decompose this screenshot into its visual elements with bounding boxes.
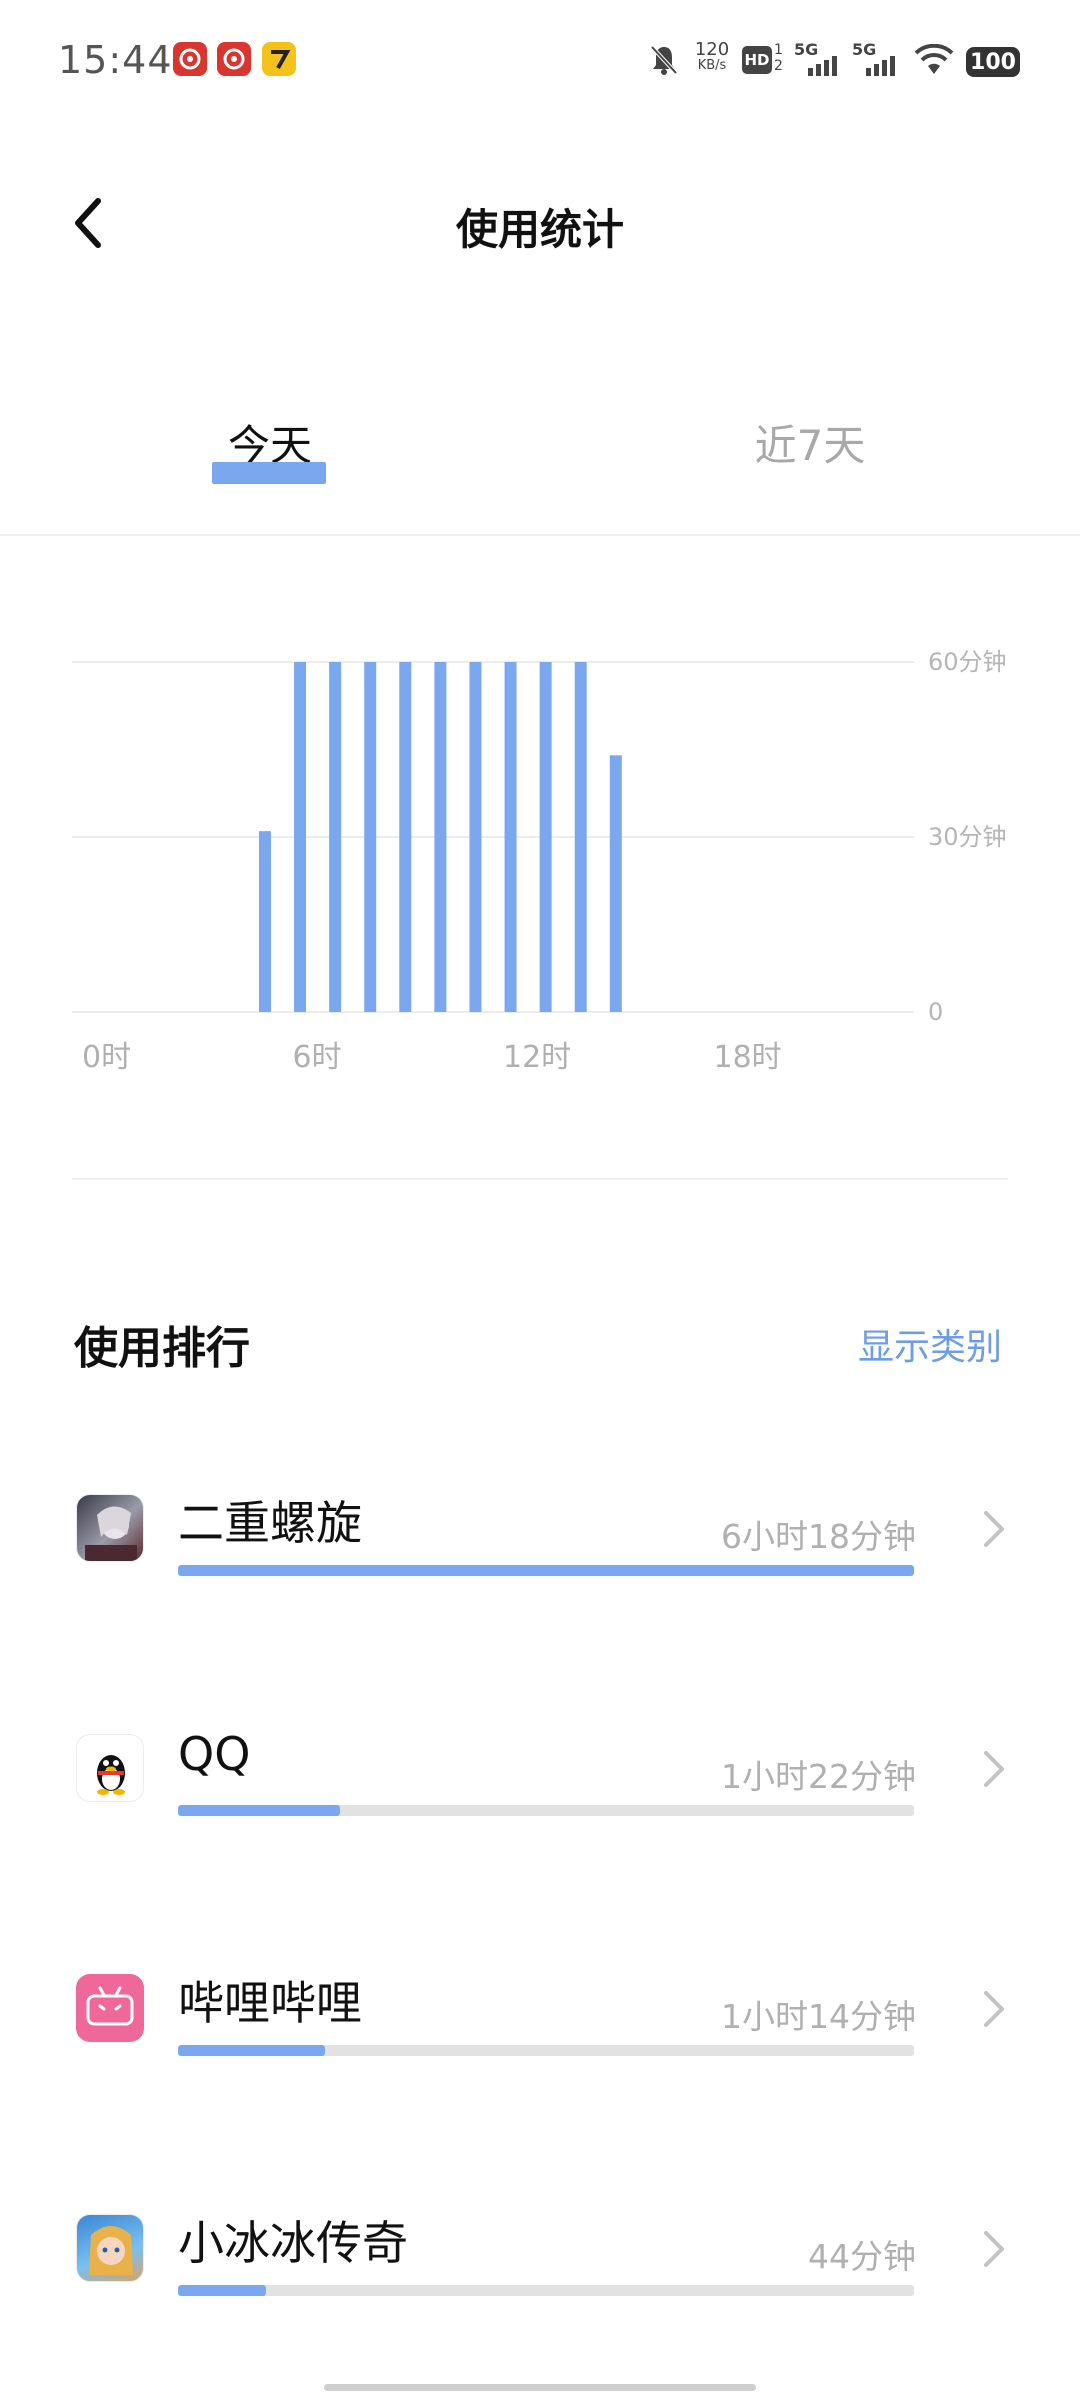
hd-volte-icon: HD bbox=[742, 46, 772, 74]
home-indicator[interactable] bbox=[324, 2384, 756, 2391]
y-tick-label: 30分钟 bbox=[928, 823, 1007, 851]
chart-bar bbox=[469, 662, 482, 1012]
chart-bar bbox=[364, 662, 377, 1012]
chart-divider bbox=[72, 1178, 1008, 1180]
show-category-link[interactable]: 显示类别 bbox=[858, 1318, 1002, 1370]
signal-5g-icon-1: 5G bbox=[794, 40, 844, 80]
app-name: 哔哩哔哩 bbox=[178, 1976, 362, 2030]
tab-active-indicator bbox=[212, 462, 326, 484]
usage-bar-chart: 60分钟 30分钟 0 0时 6时 12时 18时 bbox=[72, 648, 1007, 1075]
chart-bar bbox=[258, 831, 271, 1012]
netease-music-icon bbox=[173, 42, 207, 76]
usage-progress-fill bbox=[178, 2045, 326, 2056]
app-name: 小冰冰传奇 bbox=[178, 2216, 408, 2270]
chart-bar bbox=[609, 755, 622, 1012]
app-usage-time: 44分钟 bbox=[808, 2237, 916, 2276]
game-character-icon bbox=[76, 1494, 144, 1562]
chevron-right-icon bbox=[984, 2231, 1004, 2267]
x-tick-label: 12时 bbox=[503, 1040, 571, 1075]
chart-bar bbox=[504, 662, 517, 1012]
chart-bar bbox=[294, 662, 307, 1012]
chevron-right-icon bbox=[984, 1991, 1004, 2027]
y-tick-label: 60分钟 bbox=[928, 648, 1007, 676]
sim-index-icon: 12 bbox=[774, 42, 783, 74]
tab-divider bbox=[0, 534, 1080, 536]
qimao-novel-icon bbox=[262, 42, 296, 76]
wifi-icon bbox=[914, 43, 954, 80]
netease-music-icon bbox=[217, 42, 251, 76]
app-usage-time: 1小时22分钟 bbox=[721, 1757, 916, 1796]
app-row-bilibili[interactable]: 哔哩哔哩 1小时14分钟 bbox=[0, 1915, 1080, 2105]
game-girl-icon bbox=[76, 2214, 144, 2282]
app-row-qq[interactable]: QQ 1小时22分钟 bbox=[0, 1675, 1080, 1865]
app-name: QQ bbox=[178, 1727, 251, 1781]
qq-penguin-icon bbox=[76, 1734, 144, 1802]
status-time: 15:44 bbox=[58, 38, 173, 82]
app-usage-time: 1小时14分钟 bbox=[721, 1997, 916, 2036]
usage-progress-track bbox=[178, 2285, 914, 2296]
chart-bar bbox=[434, 662, 447, 1012]
battery-indicator: 100 bbox=[966, 47, 1020, 77]
y-tick-label: 0 bbox=[928, 998, 943, 1026]
app-usage-time: 6小时18分钟 bbox=[721, 1517, 916, 1556]
ranking-title: 使用排行 bbox=[74, 1323, 250, 1374]
usage-progress-fill bbox=[178, 2285, 267, 2296]
x-tick-label: 0时 bbox=[82, 1040, 131, 1075]
bilibili-icon bbox=[76, 1974, 144, 2042]
signal-5g-icon-2: 5G bbox=[852, 40, 902, 80]
chevron-right-icon bbox=[984, 1511, 1004, 1547]
usage-progress-fill bbox=[178, 1565, 914, 1576]
usage-progress-track bbox=[178, 1805, 914, 1816]
chart-bar bbox=[399, 662, 412, 1012]
page-title: 使用统计 bbox=[455, 205, 624, 254]
mute-bell-icon bbox=[648, 40, 680, 80]
chart-bar bbox=[539, 662, 552, 1012]
app-name: 二重螺旋 bbox=[178, 1496, 362, 1550]
chart-bar bbox=[574, 662, 587, 1012]
tab-last-7-days[interactable]: 近7天 bbox=[660, 412, 960, 473]
usage-progress-track bbox=[178, 1565, 914, 1576]
app-row-erchong-luoxuan[interactable]: 二重螺旋 6小时18分钟 bbox=[0, 1435, 1080, 1625]
chart-bar bbox=[329, 662, 342, 1012]
app-row-xiaobingbing-chuanqi[interactable]: 小冰冰传奇 44分钟 bbox=[0, 2155, 1080, 2345]
usage-progress-track bbox=[178, 2045, 914, 2056]
net-speed-unit: KB/s bbox=[697, 58, 727, 73]
usage-progress-fill bbox=[178, 1805, 340, 1816]
x-tick-label: 18时 bbox=[714, 1040, 782, 1075]
net-speed-value: 120 bbox=[694, 39, 730, 60]
x-tick-label: 6时 bbox=[293, 1040, 342, 1075]
net-speed: 120 KB/s bbox=[692, 39, 732, 74]
chevron-right-icon bbox=[984, 1751, 1004, 1787]
